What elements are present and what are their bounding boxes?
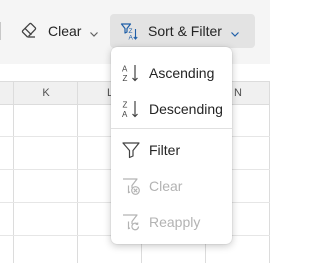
menu-item-label: Reapply	[149, 214, 201, 230]
column-header-partial[interactable]	[0, 82, 14, 104]
sort-filter-menu: A Z Ascending Z A Descending Filter Clea…	[111, 47, 232, 244]
menu-item-clear[interactable]: Clear	[111, 168, 232, 204]
menu-item-label: Ascending	[149, 65, 215, 81]
svg-text:A: A	[122, 110, 128, 119]
menu-item-label: Descending	[149, 101, 223, 117]
sort-descending-icon: Z A	[121, 99, 141, 119]
filter-icon	[121, 140, 141, 160]
eraser-icon	[20, 22, 38, 40]
sort-filter-icon: Z A	[120, 22, 138, 42]
menu-separator	[111, 128, 232, 129]
sort-filter-label: Sort & Filter	[148, 23, 222, 39]
reapply-filter-icon	[121, 212, 141, 232]
menu-item-ascending[interactable]: A Z Ascending	[111, 55, 232, 91]
svg-text:A: A	[122, 65, 128, 74]
menu-item-label: Filter	[149, 142, 181, 158]
toolbar-separator	[0, 22, 1, 40]
svg-text:A: A	[129, 35, 134, 41]
clear-button-label: Clear	[48, 23, 82, 39]
menu-item-descending[interactable]: Z A Descending	[111, 91, 232, 127]
clear-button[interactable]: Clear	[14, 14, 104, 48]
sort-ascending-icon: A Z	[121, 63, 141, 83]
menu-item-label: Clear	[149, 178, 183, 194]
svg-text:Z: Z	[123, 101, 128, 110]
svg-text:Z: Z	[123, 74, 128, 83]
menu-item-reapply[interactable]: Reapply	[111, 204, 232, 240]
menu-item-filter[interactable]: Filter	[111, 132, 232, 168]
sort-filter-button[interactable]: Z A Sort & Filter	[110, 14, 255, 48]
column-header-k[interactable]: K	[14, 82, 78, 104]
chevron-down-icon	[89, 26, 99, 37]
clear-filter-icon	[121, 176, 141, 196]
chevron-down-icon	[230, 26, 240, 37]
